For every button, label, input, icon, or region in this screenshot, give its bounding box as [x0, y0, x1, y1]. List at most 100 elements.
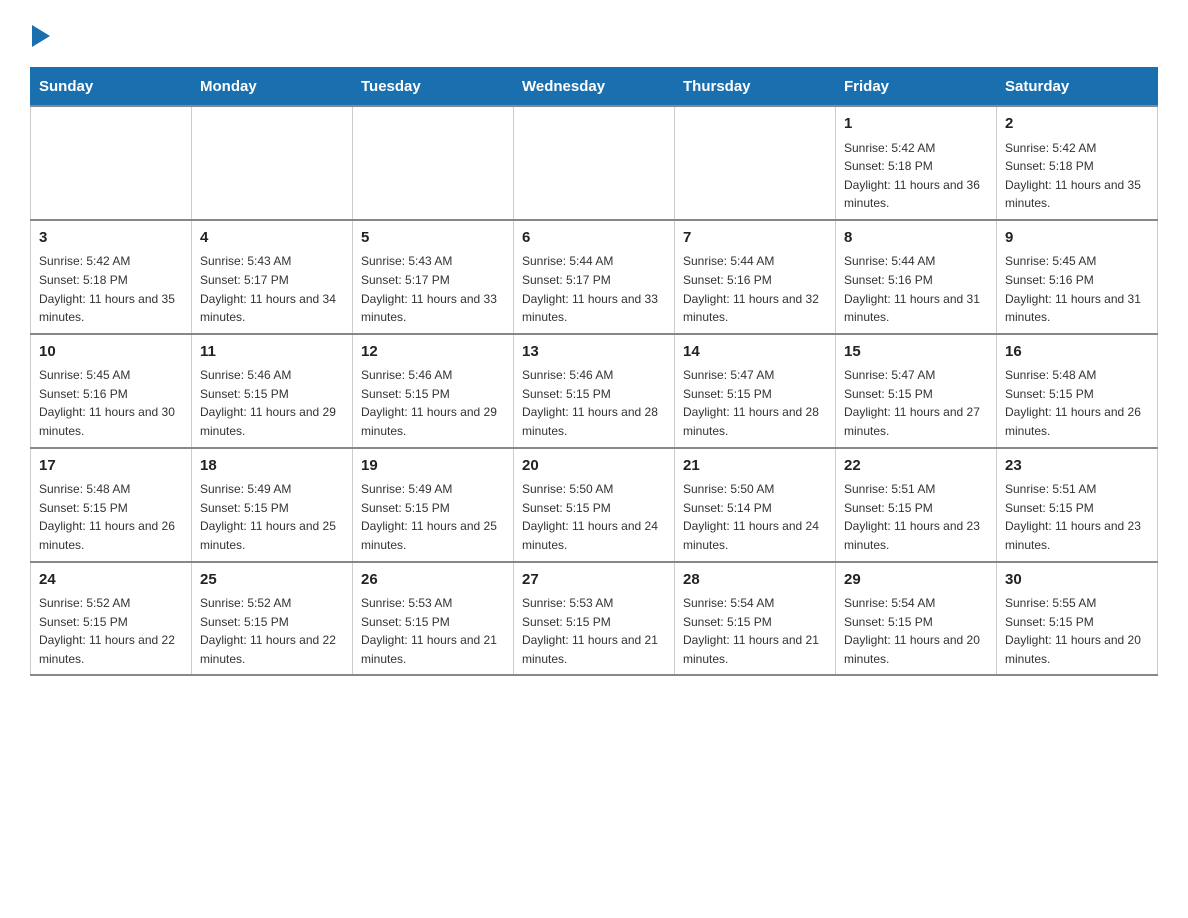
- calendar-week-5: 24Sunrise: 5:52 AMSunset: 5:15 PMDayligh…: [31, 562, 1158, 676]
- calendar-week-4: 17Sunrise: 5:48 AMSunset: 5:15 PMDayligh…: [31, 448, 1158, 562]
- day-number: 7: [683, 227, 827, 250]
- calendar-cell: 8Sunrise: 5:44 AMSunset: 5:16 PMDaylight…: [836, 220, 997, 334]
- day-number: 28: [683, 569, 827, 592]
- calendar-cell: 22Sunrise: 5:51 AMSunset: 5:15 PMDayligh…: [836, 448, 997, 562]
- calendar-table: SundayMondayTuesdayWednesdayThursdayFrid…: [30, 67, 1158, 676]
- page-header: [30, 20, 1158, 47]
- day-number: 4: [200, 227, 344, 250]
- day-number: 14: [683, 341, 827, 364]
- calendar-cell: 19Sunrise: 5:49 AMSunset: 5:15 PMDayligh…: [353, 448, 514, 562]
- calendar-cell: 24Sunrise: 5:52 AMSunset: 5:15 PMDayligh…: [31, 562, 192, 676]
- calendar-cell: 2 Sunrise: 5:42 AMSunset: 5:18 PMDaylight…: [997, 106, 1158, 220]
- calendar-cell: 11Sunrise: 5:46 AMSunset: 5:15 PMDayligh…: [192, 334, 353, 448]
- day-number: 1: [844, 113, 988, 136]
- calendar-cell: 18Sunrise: 5:49 AMSunset: 5:15 PMDayligh…: [192, 448, 353, 562]
- calendar-cell: [514, 106, 675, 220]
- day-number: 2: [1005, 113, 1149, 136]
- day-info: Sunrise: 5:55 AMSunset: 5:15 PMDaylight:…: [1005, 594, 1149, 668]
- day-info: Sunrise: 5:52 AMSunset: 5:15 PMDaylight:…: [200, 594, 344, 668]
- calendar-cell: 20Sunrise: 5:50 AMSunset: 5:15 PMDayligh…: [514, 448, 675, 562]
- column-header-thursday: Thursday: [675, 68, 836, 107]
- calendar-week-1: 1 Sunrise: 5:42 AMSunset: 5:18 PMDaylight…: [31, 106, 1158, 220]
- calendar-cell: 7Sunrise: 5:44 AMSunset: 5:16 PMDaylight…: [675, 220, 836, 334]
- day-number: 5: [361, 227, 505, 250]
- calendar-cell: 27Sunrise: 5:53 AMSunset: 5:15 PMDayligh…: [514, 562, 675, 676]
- calendar-cell: 1 Sunrise: 5:42 AMSunset: 5:18 PMDaylight…: [836, 106, 997, 220]
- day-info: Sunrise: 5:44 AMSunset: 5:16 PMDaylight:…: [844, 252, 988, 326]
- calendar-cell: [192, 106, 353, 220]
- day-number: 20: [522, 455, 666, 478]
- day-number: 18: [200, 455, 344, 478]
- logo: [30, 20, 50, 47]
- day-number: 10: [39, 341, 183, 364]
- calendar-cell: 16Sunrise: 5:48 AMSunset: 5:15 PMDayligh…: [997, 334, 1158, 448]
- calendar-cell: 28Sunrise: 5:54 AMSunset: 5:15 PMDayligh…: [675, 562, 836, 676]
- calendar-cell: 12Sunrise: 5:46 AMSunset: 5:15 PMDayligh…: [353, 334, 514, 448]
- day-info: Sunrise: 5:43 AMSunset: 5:17 PMDaylight:…: [200, 252, 344, 326]
- column-header-friday: Friday: [836, 68, 997, 107]
- day-info: Sunrise: 5:48 AMSunset: 5:15 PMDaylight:…: [1005, 366, 1149, 440]
- calendar-cell: 21Sunrise: 5:50 AMSunset: 5:14 PMDayligh…: [675, 448, 836, 562]
- day-number: 17: [39, 455, 183, 478]
- calendar-cell: 13Sunrise: 5:46 AMSunset: 5:15 PMDayligh…: [514, 334, 675, 448]
- calendar-cell: [675, 106, 836, 220]
- day-number: 21: [683, 455, 827, 478]
- day-info: Sunrise: 5:48 AMSunset: 5:15 PMDaylight:…: [39, 480, 183, 554]
- day-number: 13: [522, 341, 666, 364]
- day-number: 11: [200, 341, 344, 364]
- day-info: Sunrise: 5:46 AMSunset: 5:15 PMDaylight:…: [200, 366, 344, 440]
- calendar-header-row: SundayMondayTuesdayWednesdayThursdayFrid…: [31, 68, 1158, 107]
- day-info: Sunrise: 5:53 AMSunset: 5:15 PMDaylight:…: [361, 594, 505, 668]
- calendar-week-2: 3Sunrise: 5:42 AMSunset: 5:18 PMDaylight…: [31, 220, 1158, 334]
- day-info: Sunrise: 5:45 AMSunset: 5:16 PMDaylight:…: [39, 366, 183, 440]
- calendar-cell: [31, 106, 192, 220]
- day-info: Sunrise: 5:43 AMSunset: 5:17 PMDaylight:…: [361, 252, 505, 326]
- calendar-week-3: 10Sunrise: 5:45 AMSunset: 5:16 PMDayligh…: [31, 334, 1158, 448]
- day-info: Sunrise: 5:42 AMSunset: 5:18 PMDaylight:…: [39, 252, 183, 326]
- day-info: Sunrise: 5:44 AMSunset: 5:17 PMDaylight:…: [522, 252, 666, 326]
- calendar-cell: 26Sunrise: 5:53 AMSunset: 5:15 PMDayligh…: [353, 562, 514, 676]
- day-number: 27: [522, 569, 666, 592]
- day-info: Sunrise: 5:42 AMSunset: 5:18 PMDaylight:…: [844, 139, 988, 213]
- day-info: Sunrise: 5:53 AMSunset: 5:15 PMDaylight:…: [522, 594, 666, 668]
- day-number: 19: [361, 455, 505, 478]
- calendar-cell: [353, 106, 514, 220]
- calendar-cell: 15Sunrise: 5:47 AMSunset: 5:15 PMDayligh…: [836, 334, 997, 448]
- calendar-cell: 4Sunrise: 5:43 AMSunset: 5:17 PMDaylight…: [192, 220, 353, 334]
- calendar-cell: 14Sunrise: 5:47 AMSunset: 5:15 PMDayligh…: [675, 334, 836, 448]
- day-number: 23: [1005, 455, 1149, 478]
- day-info: Sunrise: 5:54 AMSunset: 5:15 PMDaylight:…: [683, 594, 827, 668]
- day-number: 12: [361, 341, 505, 364]
- calendar-cell: 17Sunrise: 5:48 AMSunset: 5:15 PMDayligh…: [31, 448, 192, 562]
- column-header-saturday: Saturday: [997, 68, 1158, 107]
- day-number: 29: [844, 569, 988, 592]
- day-number: 6: [522, 227, 666, 250]
- day-number: 26: [361, 569, 505, 592]
- logo-triangle-icon: [32, 25, 50, 47]
- day-info: Sunrise: 5:47 AMSunset: 5:15 PMDaylight:…: [683, 366, 827, 440]
- day-info: Sunrise: 5:52 AMSunset: 5:15 PMDaylight:…: [39, 594, 183, 668]
- column-header-tuesday: Tuesday: [353, 68, 514, 107]
- day-info: Sunrise: 5:45 AMSunset: 5:16 PMDaylight:…: [1005, 252, 1149, 326]
- day-number: 22: [844, 455, 988, 478]
- day-info: Sunrise: 5:50 AMSunset: 5:15 PMDaylight:…: [522, 480, 666, 554]
- day-number: 24: [39, 569, 183, 592]
- calendar-cell: 29Sunrise: 5:54 AMSunset: 5:15 PMDayligh…: [836, 562, 997, 676]
- day-info: Sunrise: 5:42 AMSunset: 5:18 PMDaylight:…: [1005, 139, 1149, 213]
- day-info: Sunrise: 5:51 AMSunset: 5:15 PMDaylight:…: [844, 480, 988, 554]
- calendar-cell: 9Sunrise: 5:45 AMSunset: 5:16 PMDaylight…: [997, 220, 1158, 334]
- column-header-sunday: Sunday: [31, 68, 192, 107]
- calendar-cell: 5Sunrise: 5:43 AMSunset: 5:17 PMDaylight…: [353, 220, 514, 334]
- calendar-cell: 30Sunrise: 5:55 AMSunset: 5:15 PMDayligh…: [997, 562, 1158, 676]
- day-number: 15: [844, 341, 988, 364]
- calendar-cell: 3Sunrise: 5:42 AMSunset: 5:18 PMDaylight…: [31, 220, 192, 334]
- day-info: Sunrise: 5:46 AMSunset: 5:15 PMDaylight:…: [361, 366, 505, 440]
- day-info: Sunrise: 5:44 AMSunset: 5:16 PMDaylight:…: [683, 252, 827, 326]
- day-info: Sunrise: 5:50 AMSunset: 5:14 PMDaylight:…: [683, 480, 827, 554]
- day-info: Sunrise: 5:49 AMSunset: 5:15 PMDaylight:…: [200, 480, 344, 554]
- day-number: 8: [844, 227, 988, 250]
- calendar-cell: 23Sunrise: 5:51 AMSunset: 5:15 PMDayligh…: [997, 448, 1158, 562]
- day-info: Sunrise: 5:51 AMSunset: 5:15 PMDaylight:…: [1005, 480, 1149, 554]
- calendar-cell: 25Sunrise: 5:52 AMSunset: 5:15 PMDayligh…: [192, 562, 353, 676]
- day-info: Sunrise: 5:54 AMSunset: 5:15 PMDaylight:…: [844, 594, 988, 668]
